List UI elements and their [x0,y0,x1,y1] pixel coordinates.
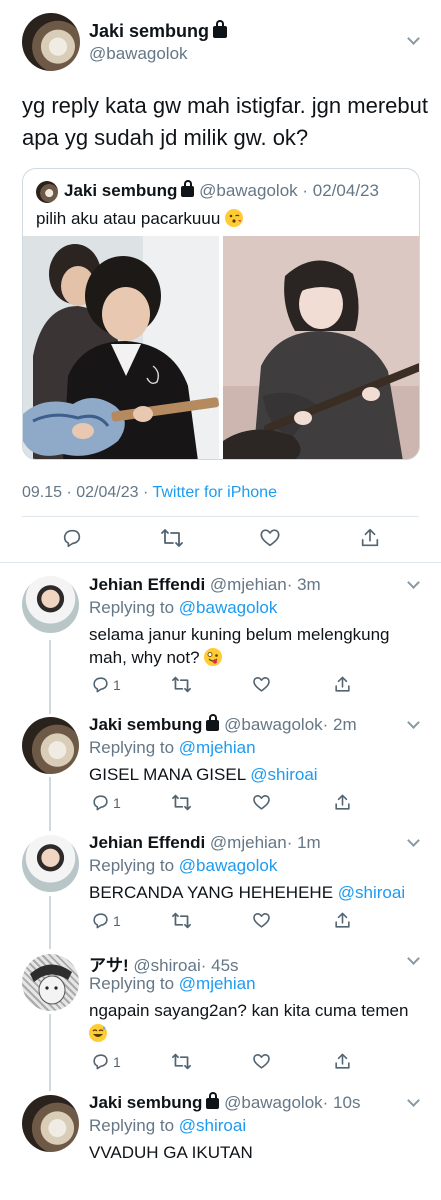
reply-text: BERCANDA YANG HEHEHEHE @shiroai [89,883,406,902]
lock-icon [206,714,220,731]
reply-tweet[interactable]: Jehian Effendi @mjehian· 1m Replying to … [0,828,441,946]
chevron-down-icon[interactable] [407,1094,420,1107]
reply-text: GISEL MANA GISEL @shiroai [89,765,318,784]
reply-count: 1 [113,913,121,929]
retweet-icon[interactable] [160,527,184,549]
retweet-icon[interactable] [171,1052,192,1071]
lock-icon [206,1092,220,1109]
like-icon[interactable] [252,793,271,812]
avatar[interactable] [22,835,79,892]
quoted-text: pilih aku atau pacarkuuu [36,209,244,229]
reply-count: 1 [113,1054,121,1070]
author-line: アサ! @shiroai· 45s [89,956,239,975]
reply-count: 1 [113,795,121,811]
reply-count: 1 [113,677,121,693]
like-icon[interactable] [252,1052,271,1071]
reply-icon[interactable] [61,527,83,549]
avatar[interactable] [22,1095,79,1152]
photo-guitarists[interactable] [23,236,219,459]
retweet-icon[interactable] [171,911,192,930]
replying-to: Replying to @mjehian [89,974,256,993]
chevron-down-icon[interactable] [407,834,420,847]
share-icon[interactable] [333,675,352,694]
author-line: Jehian Effendi @mjehian· 3m [89,575,321,594]
replying-to: Replying to @bawagolok [89,598,278,617]
reply-text: selama janur kuning belum melengkung mah… [89,625,390,667]
like-icon[interactable] [252,675,271,694]
chevron-down-icon[interactable] [407,952,420,965]
quoted-tweet[interactable]: Jaki sembung @bawagolok · 02/04/23 pilih… [22,168,420,460]
share-icon[interactable] [359,527,381,549]
reply-icon[interactable] [91,1052,110,1071]
divider [22,516,419,517]
avatar[interactable] [22,717,79,774]
retweet-icon[interactable] [171,675,192,694]
replying-to: Replying to @shiroai [89,1116,247,1135]
quoted-media[interactable] [23,236,419,459]
share-icon[interactable] [333,911,352,930]
reply-text: VVADUH GA IKUTAN [89,1143,253,1162]
share-icon[interactable] [333,1052,352,1071]
replying-to: Replying to @mjehian [89,738,256,757]
chevron-down-icon[interactable] [407,32,420,45]
author-line: Jaki sembung @bawagolok· 10s [89,1092,361,1112]
like-icon[interactable] [259,527,281,549]
reply-text: ngapain sayang2an? kan kita cuma temen [89,999,419,1045]
photo-bassist[interactable] [223,236,419,459]
lock-icon [181,180,195,197]
avatar[interactable] [22,13,80,71]
avatar[interactable] [22,576,79,633]
reply-icon[interactable] [91,793,110,812]
grinning-sweat-emoji-icon [89,1024,107,1042]
tweet-text: yg reply kata gw mah istigfar. jgn mereb… [22,93,428,150]
chevron-down-icon[interactable] [407,576,420,589]
retweet-icon[interactable] [171,793,192,812]
share-icon[interactable] [333,793,352,812]
avatar [36,181,58,203]
quoted-header: Jaki sembung @bawagolok · 02/04/23 [64,180,379,200]
reply-icon[interactable] [91,675,110,694]
zany-face-emoji-icon [204,648,223,666]
source-link[interactable]: Twitter for iPhone [152,484,277,501]
reply-tweet[interactable]: アサ! @shiroai· 45s Replying to @mjehian n… [0,946,441,1088]
reply-tweet[interactable]: Jaki sembung @bawagolok· 2m Replying to … [0,710,441,828]
reply-icon[interactable] [91,911,110,930]
like-icon[interactable] [252,911,271,930]
reply-tweet[interactable]: Jaki sembung @bawagolok· 10s Replying to… [0,1088,441,1200]
tweet-meta: 09.15 · 02/04/23 · Twitter for iPhone [22,484,277,501]
author-line: Jaki sembung @bawagolok· 2m [89,714,357,734]
main-tweet: Jaki sembung @bawagolok yg reply kata gw… [0,0,441,563]
author-handle[interactable]: @bawagolok [89,44,188,64]
chevron-down-icon[interactable] [407,716,420,729]
reply-tweet[interactable]: Jehian Effendi @mjehian· 3m Replying to … [0,563,441,710]
winking-kiss-emoji-icon [225,209,244,227]
replying-to: Replying to @bawagolok [89,856,278,875]
avatar[interactable] [22,954,79,1011]
lock-icon [213,20,228,38]
author-name[interactable]: Jaki sembung [89,20,228,42]
author-line: Jehian Effendi @mjehian· 1m [89,833,321,852]
